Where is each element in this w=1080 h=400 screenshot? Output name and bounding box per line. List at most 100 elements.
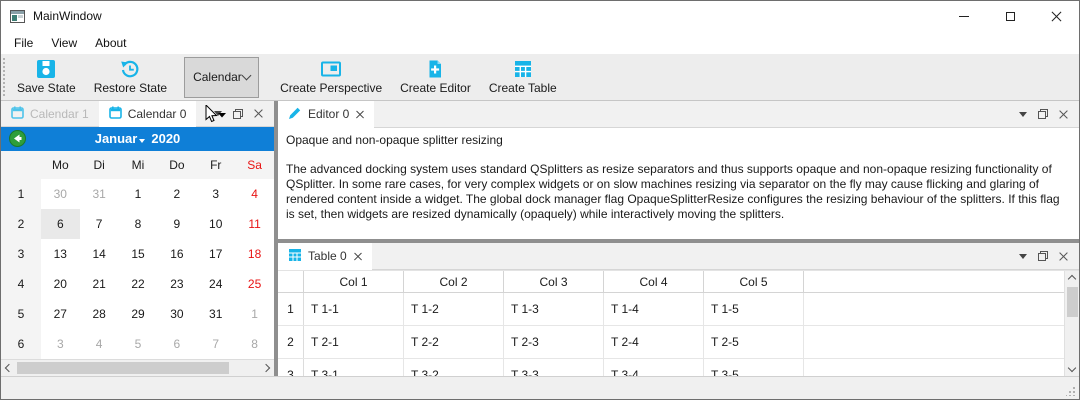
scroll-up-arrow-icon[interactable] xyxy=(1065,271,1079,287)
calendar-day-cell[interactable]: 4 xyxy=(80,337,119,351)
create-perspective-button[interactable]: Create Perspective xyxy=(272,57,390,97)
calendar-day-cell[interactable]: 31 xyxy=(196,307,235,321)
calendar-day-cell[interactable]: 13 xyxy=(41,247,80,261)
year-button[interactable]: 2020 xyxy=(151,131,180,146)
editor-text-area[interactable]: Opaque and non-opaque splitter resizing … xyxy=(278,128,1079,239)
editor-panel-close-button[interactable] xyxy=(1053,104,1073,124)
tab-table-0[interactable]: Table 0 xyxy=(278,243,372,270)
editor-panel-float-button[interactable] xyxy=(1033,104,1053,124)
calendar-day-cell[interactable]: 3 xyxy=(196,187,235,201)
column-header[interactable]: Col 1 xyxy=(304,271,404,292)
table-vertical-scrollbar[interactable] xyxy=(1064,271,1079,376)
scroll-right-arrow-icon[interactable] xyxy=(258,365,274,371)
column-header[interactable]: Col 3 xyxy=(504,271,604,292)
calendar-day-cell[interactable]: 16 xyxy=(157,247,196,261)
table-panel-close-button[interactable] xyxy=(1053,246,1073,266)
calendar-day-cell[interactable]: 29 xyxy=(119,307,158,321)
menu-item-view[interactable]: View xyxy=(42,34,86,52)
close-button[interactable] xyxy=(1033,1,1079,31)
calendar-day-cell[interactable]: 8 xyxy=(235,337,274,351)
calendar-day-cell[interactable]: 3 xyxy=(41,337,80,351)
editor-panel-menu-button[interactable] xyxy=(1013,104,1033,124)
tab-close-icon[interactable] xyxy=(354,252,362,260)
calendar-day-cell[interactable]: 24 xyxy=(196,277,235,291)
table-cell[interactable]: T 1-1 xyxy=(304,293,404,325)
create-perspective-label: Create Perspective xyxy=(280,81,382,95)
scroll-left-arrow-icon[interactable] xyxy=(1,365,17,371)
table-cell[interactable]: T 1-5 xyxy=(704,293,804,325)
calendar-day-cell[interactable]: 27 xyxy=(41,307,80,321)
calendar-day-cell[interactable]: 6 xyxy=(41,209,80,239)
maximize-button[interactable] xyxy=(987,1,1033,31)
table-cell[interactable]: T 1-3 xyxy=(504,293,604,325)
menu-item-file[interactable]: File xyxy=(5,34,42,52)
calendar-day-cell[interactable]: 20 xyxy=(41,277,80,291)
toolbar-drag-handle[interactable] xyxy=(3,58,8,96)
tab-calendar-0[interactable]: Calendar 0 xyxy=(99,101,197,127)
column-header[interactable]: Col 5 xyxy=(704,271,804,292)
row-number: 1 xyxy=(278,293,304,325)
calendar-day-cell[interactable]: 1 xyxy=(235,307,274,321)
minimize-button[interactable] xyxy=(941,1,987,31)
table-cell[interactable]: T 2-5 xyxy=(704,326,804,358)
table-cell[interactable]: T 3-3 xyxy=(504,359,604,376)
create-editor-button[interactable]: Create Editor xyxy=(392,57,479,97)
table-cell[interactable]: T 3-4 xyxy=(604,359,704,376)
calendar-day-cell[interactable]: 11 xyxy=(235,217,274,231)
table-cell[interactable]: T 3-2 xyxy=(404,359,504,376)
calendar-day-cell[interactable]: 10 xyxy=(196,217,235,231)
calendar-day-cell[interactable]: 7 xyxy=(80,217,119,231)
calendar-day-cell[interactable]: 8 xyxy=(119,217,158,231)
tab-close-icon[interactable] xyxy=(356,110,364,118)
calendar-day-cell[interactable]: 15 xyxy=(119,247,158,261)
table-cell[interactable]: T 3-1 xyxy=(304,359,404,376)
calendar-day-cell[interactable]: 22 xyxy=(119,277,158,291)
calendar-day-cell[interactable]: 17 xyxy=(196,247,235,261)
calendar-day-cell[interactable]: 4 xyxy=(235,187,274,201)
calendar-day-cell[interactable]: 21 xyxy=(80,277,119,291)
table-panel-float-button[interactable] xyxy=(1033,246,1053,266)
column-header[interactable]: Col 4 xyxy=(604,271,704,292)
table-panel-menu-button[interactable] xyxy=(1013,246,1033,266)
calendar-day-cell[interactable]: 5 xyxy=(119,337,158,351)
menu-item-about[interactable]: About xyxy=(86,34,135,52)
table-cell[interactable]: T 1-4 xyxy=(604,293,704,325)
horizontal-scrollbar-thumb[interactable] xyxy=(17,362,229,374)
calendar-day-cell[interactable]: 1 xyxy=(119,187,158,201)
calendar-day-cell[interactable]: 31 xyxy=(80,187,119,201)
widget-type-combobox[interactable]: Calendar xyxy=(184,57,259,98)
column-header[interactable]: Col 2 xyxy=(404,271,504,292)
resize-grip[interactable] xyxy=(1066,386,1076,396)
calendar-day-cell[interactable]: 18 xyxy=(235,247,274,261)
calendar-day-cell[interactable]: 30 xyxy=(157,307,196,321)
calendar-day-cell[interactable]: 9 xyxy=(157,217,196,231)
document-plus-icon xyxy=(425,59,445,81)
calendar-day-cell[interactable]: 6 xyxy=(157,337,196,351)
table-cell[interactable]: T 2-3 xyxy=(504,326,604,358)
table-cell[interactable]: T 2-2 xyxy=(404,326,504,358)
restore-state-button[interactable]: Restore State xyxy=(86,57,175,97)
table-cell[interactable]: T 1-2 xyxy=(404,293,504,325)
save-state-button[interactable]: Save State xyxy=(9,57,84,97)
create-table-button[interactable]: Create Table xyxy=(481,57,565,97)
calendar-horizontal-scrollbar[interactable] xyxy=(1,359,274,377)
calendar-day-cell[interactable]: 30 xyxy=(41,187,80,201)
vertical-scrollbar-thumb[interactable] xyxy=(1067,287,1078,317)
table-cell[interactable]: T 2-4 xyxy=(604,326,704,358)
calendar-panel-float-button[interactable] xyxy=(228,104,248,124)
calendar-day-cell[interactable]: 28 xyxy=(80,307,119,321)
calendar-day-cell[interactable]: 23 xyxy=(157,277,196,291)
table-cell[interactable]: T 2-1 xyxy=(304,326,404,358)
calendar-day-cell[interactable]: 14 xyxy=(80,247,119,261)
calendar-panel-close-button[interactable] xyxy=(248,104,268,124)
calendar-day-cell[interactable]: 25 xyxy=(235,277,274,291)
tab-label: Editor 0 xyxy=(308,107,349,121)
calendar-day-cell[interactable]: 2 xyxy=(157,187,196,201)
tab-calendar-1[interactable]: Calendar 1 xyxy=(1,101,99,126)
tab-editor-0[interactable]: Editor 0 xyxy=(278,101,374,128)
scroll-down-arrow-icon[interactable] xyxy=(1068,364,1076,372)
calendar-day-cell[interactable]: 7 xyxy=(196,337,235,351)
restore-window-icon xyxy=(1038,109,1048,119)
month-button[interactable]: Januar xyxy=(95,131,138,146)
table-cell[interactable]: T 3-5 xyxy=(704,359,804,376)
